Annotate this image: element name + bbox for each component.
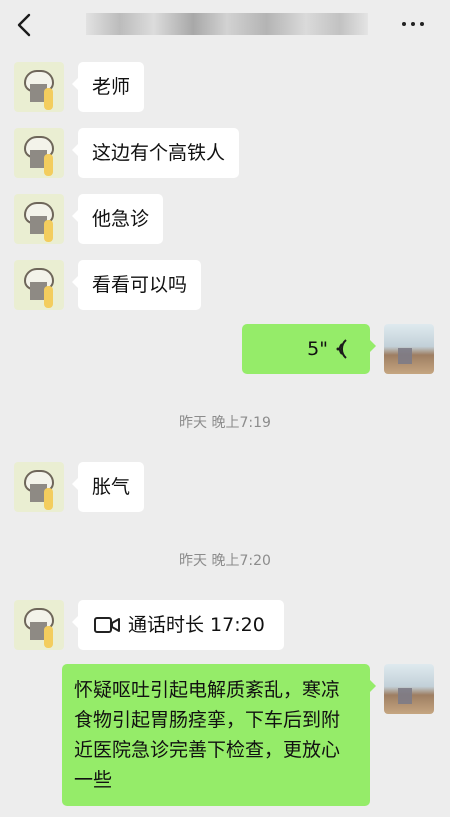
voice-duration: 5" <box>307 338 328 360</box>
voice-message-bubble[interactable]: 5" <box>242 324 376 374</box>
avatar[interactable] <box>14 462 64 512</box>
self-avatar[interactable] <box>384 324 434 374</box>
avatar[interactable] <box>14 62 64 112</box>
ellipsis-icon[interactable] <box>398 14 428 34</box>
chat-header: ... <box>0 0 450 48</box>
message-timestamp: 昨天 晚上7:20 <box>179 553 271 569</box>
call-duration-text: 通话时长 17:20 <box>128 614 265 636</box>
avatar[interactable] <box>14 260 64 310</box>
message-bubble[interactable]: 怀疑呕吐引起电解质紊乱，寒凉食物引起胃肠痉挛，下车后到附近医院急诊完善下检查，更… <box>62 664 376 806</box>
message-bubble[interactable]: 胀气 <box>71 462 145 512</box>
message-bubble[interactable]: 他急诊 <box>71 194 164 244</box>
message-text: 看看可以吗 <box>92 274 188 296</box>
message-text: 老师 <box>92 76 131 98</box>
message-text: 胀气 <box>92 476 131 498</box>
avatar[interactable] <box>14 194 64 244</box>
message-bubble[interactable]: 这边有个高铁人 <box>71 128 240 178</box>
avatar[interactable] <box>14 600 64 650</box>
message-bubble[interactable]: 看看可以吗 <box>71 260 202 310</box>
chevron-left-icon[interactable] <box>12 12 38 38</box>
chat-title: ... <box>86 13 368 35</box>
self-avatar[interactable] <box>384 664 434 714</box>
message-text: 这边有个高铁人 <box>92 142 226 164</box>
avatar[interactable] <box>14 128 64 178</box>
message-text: 怀疑呕吐引起电解质紊乱，寒凉食物引起胃肠痉挛，下车后到附近医院急诊完善下检查，更… <box>74 679 341 791</box>
call-record-bubble[interactable]: 通话时长 17:20 <box>72 600 284 650</box>
message-bubble[interactable]: 老师 <box>71 62 145 112</box>
message-text: 他急诊 <box>92 208 150 230</box>
video-call-icon <box>94 617 120 633</box>
message-timestamp: 昨天 晚上7:19 <box>179 415 271 431</box>
voice-wave-icon <box>336 339 347 359</box>
